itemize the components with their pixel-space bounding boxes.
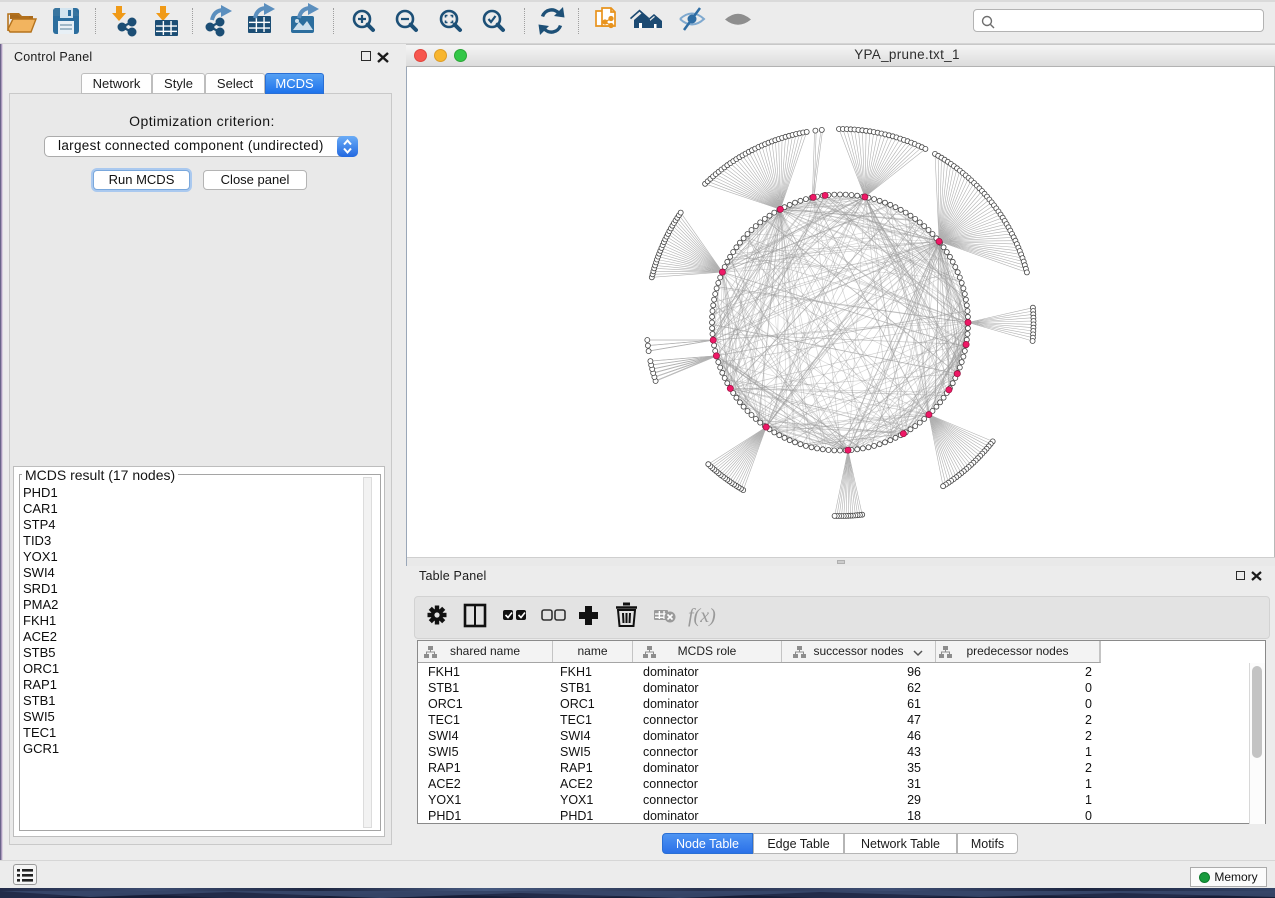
svg-text:f(x): f(x) [688, 605, 716, 627]
